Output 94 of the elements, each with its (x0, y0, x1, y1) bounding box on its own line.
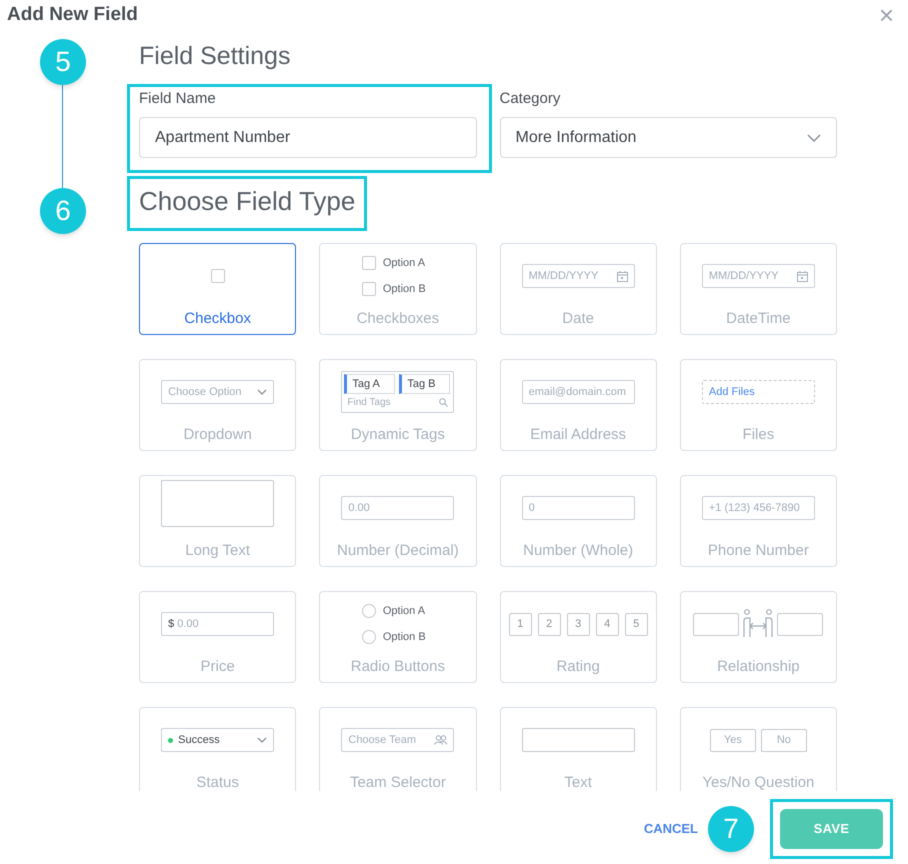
checkbox (362, 282, 376, 296)
card-label: Checkbox (184, 309, 251, 329)
text-field: +1 (123) 456-7890 (702, 496, 815, 520)
date-field: MM/DD/YYYY (522, 264, 635, 288)
field-type-card[interactable]: $ 0.00 Price (139, 591, 296, 683)
record-field (693, 612, 740, 636)
people-link-icon (741, 609, 776, 639)
card-label: Phone Number (708, 541, 809, 561)
people-icon (434, 735, 448, 745)
card-label: Radio Buttons (350, 657, 445, 677)
chevron-down-icon (257, 737, 268, 743)
file-drop-area: Add Files (702, 380, 815, 404)
tag: Tag B (399, 374, 450, 394)
text-field: email@domain.com (522, 380, 635, 404)
field-type-card[interactable]: MM/DD/YYYY Date (500, 243, 657, 335)
chevron-down-icon (807, 134, 821, 142)
card-label: Text (564, 773, 592, 791)
answer-option: Yes (710, 728, 756, 752)
field-type-card[interactable]: 0 Number (Whole) (500, 475, 657, 567)
field-type-card[interactable]: MM/DD/YYYY DateTime (680, 243, 837, 335)
field-type-card[interactable]: Yes No Yes/No Question (680, 707, 837, 791)
calendar-icon (616, 270, 628, 282)
section-heading: Field Settings (139, 41, 290, 72)
field-name-input[interactable]: Apartment Number (139, 117, 476, 158)
field-type-card[interactable]: Add Files Files (680, 359, 837, 451)
card-label: Long Text (185, 541, 250, 561)
radio-button (362, 604, 376, 618)
text-field: 0 (522, 496, 635, 520)
field-type-card[interactable]: Tag A Tag B Find Tags Dynamic Tags (319, 359, 476, 451)
option-label: Option A (382, 256, 426, 271)
answer-option: No (760, 728, 807, 752)
search-icon (439, 398, 448, 407)
card-label: Files (742, 425, 774, 445)
step-badge: 5 (40, 39, 86, 85)
section-heading: Choose Field Type (139, 185, 356, 218)
checkbox (362, 256, 376, 270)
radio-button (362, 630, 376, 644)
field-type-card[interactable]: Option A Option B Checkboxes (319, 243, 476, 335)
save-button[interactable]: SAVE (780, 809, 883, 849)
field-type-card[interactable]: +1 (123) 456-7890 Phone Number (680, 475, 837, 567)
status-text: Success (178, 732, 220, 748)
category-dropdown[interactable]: More Information (500, 117, 837, 158)
card-label: Team Selector (350, 773, 446, 791)
card-label: Dynamic Tags (350, 425, 445, 445)
step-badge: 7 (708, 806, 754, 852)
tag: Tag A (344, 374, 396, 394)
card-label: Checkboxes (356, 309, 440, 329)
field-type-card[interactable]: Success Status (139, 707, 296, 791)
record-field (777, 612, 824, 636)
rating-option: 2 (538, 612, 561, 636)
card-label: Status (196, 773, 239, 791)
cancel-link[interactable]: CANCEL (644, 819, 698, 839)
card-label: Price (200, 657, 235, 677)
card-label: Number (Decimal) (337, 541, 459, 561)
step-badge: 6 (40, 188, 86, 234)
card-label: Relationship (717, 657, 800, 677)
placeholder-text: 0.00 (177, 616, 199, 632)
field-type-card[interactable]: Checkbox (139, 243, 296, 335)
field-type-card[interactable]: Long Text (139, 475, 296, 567)
dialog-title: Add New Field (7, 2, 138, 27)
calendar-icon (796, 270, 808, 282)
checkbox (210, 269, 225, 283)
option-label: Option A (382, 604, 426, 619)
field-type-card[interactable]: Text (500, 707, 657, 791)
card-label: Yes/No Question (702, 773, 814, 791)
currency-symbol: $ (168, 616, 174, 632)
card-label: Dropdown (183, 425, 252, 445)
card-label: Rating (556, 657, 600, 677)
field-type-card[interactable]: Choose Team Team Selector (319, 707, 476, 791)
field-type-card[interactable]: Choose Option Dropdown (139, 359, 296, 451)
rating-option: 1 (508, 612, 532, 636)
card-label: DateTime (726, 309, 791, 329)
option-label: Option B (382, 282, 426, 296)
option-label: Option B (382, 630, 426, 644)
field-type-card[interactable]: email@domain.com Email Address (500, 359, 657, 451)
text-field: 0.00 (341, 496, 454, 520)
field-label: Category (500, 89, 562, 109)
placeholder-text: Choose Team (348, 732, 416, 748)
field-type-card[interactable]: 1 2 3 4 5 Rating (500, 591, 657, 683)
card-label: Number (Whole) (523, 541, 634, 561)
field-type-card[interactable]: Relationship (680, 591, 837, 683)
field-label: Field Name (139, 89, 217, 109)
rating-option: 3 (566, 612, 590, 636)
card-label: Email Address (530, 425, 626, 445)
chevron-down-icon (257, 389, 268, 395)
date-field: MM/DD/YYYY (702, 264, 815, 288)
placeholder-text: Choose Option (168, 384, 242, 400)
card-label: Date (562, 309, 594, 329)
field-type-card[interactable]: 0.00 Number (Decimal) (319, 475, 476, 567)
placeholder-text: Find Tags (347, 396, 391, 410)
field-type-card[interactable]: Option A Option B Radio Buttons (319, 591, 476, 683)
close-button[interactable]: × (878, 2, 894, 28)
rating-option: 4 (596, 612, 619, 636)
rating-option: 5 (624, 612, 648, 636)
